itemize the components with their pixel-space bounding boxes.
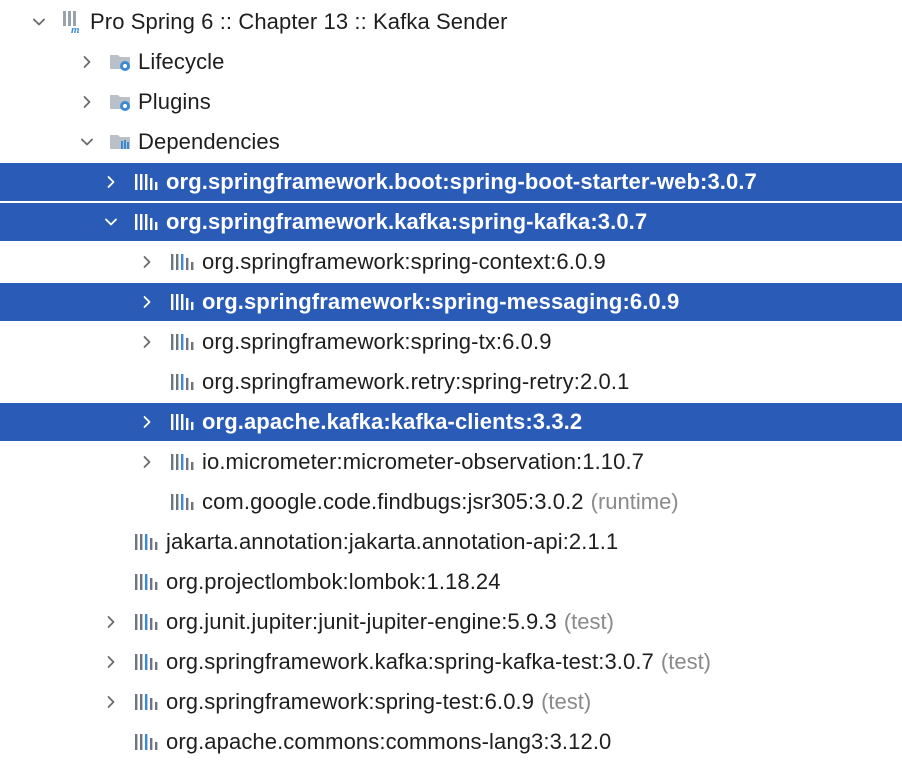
chevron-right-icon[interactable] [76,51,98,73]
chevron-right-icon[interactable] [100,171,122,193]
chevron-right-icon[interactable] [100,611,122,633]
chevron-down-icon[interactable] [76,131,98,153]
chevron-down-icon[interactable] [100,211,122,233]
chevron-right-icon[interactable] [136,411,158,433]
dependency-label: org.springframework.boot:spring-boot-sta… [166,169,757,194]
chevron-right-icon[interactable] [136,291,158,313]
dependency-label: org.springframework.kafka:spring-kafka:3… [166,209,648,234]
dependency-label: org.apache.commons:commons-lang3:3.12.0 [166,729,612,754]
dependency-label: org.junit.jupiter:junit-jupiter-engine:5… [166,609,557,634]
tree-node-project-root[interactable]: m Pro Spring 6 :: Chapter 13 :: Kafka Se… [28,3,508,41]
dependencies-folder-icon [108,129,134,155]
library-icon [132,729,164,755]
chevron-right-icon[interactable] [136,451,158,473]
maven-project-tree: m Pro Spring 6 :: Chapter 13 :: Kafka Se… [0,0,902,754]
dependency-row[interactable]: org.springframework:spring-context:6.0.9 [136,243,606,281]
library-icon [168,409,200,435]
plugins-folder-icon [108,89,134,115]
dependency-label: jakarta.annotation:jakarta.annotation-ap… [166,529,619,554]
dependency-label: org.apache.kafka:kafka-clients:3.3.2 [202,409,583,434]
dependency-row[interactable]: jakarta.annotation:jakarta.annotation-ap… [100,523,618,561]
svg-text:m: m [71,24,80,35]
library-icon [168,289,200,315]
chevron-down-icon[interactable] [28,11,50,33]
dependency-row[interactable]: org.springframework.boot:spring-boot-sta… [0,163,902,201]
library-icon [168,329,200,355]
lifecycle-folder-icon [108,49,134,75]
chevron-right-icon[interactable] [100,651,122,673]
chevron-right-icon[interactable] [76,91,98,113]
dependency-label: org.projectlombok:lombok:1.18.24 [166,569,501,594]
tree-node-plugins[interactable]: Plugins [76,83,211,121]
library-icon [132,209,164,235]
library-icon [132,649,164,675]
chevron-right-icon[interactable] [136,251,158,273]
dependency-scope: (runtime) [590,489,679,514]
dependency-label: org.springframework:spring-messaging:6.0… [202,289,680,314]
chevron-right-icon[interactable] [100,691,122,713]
dependency-row[interactable]: io.micrometer:micrometer-observation:1.1… [136,443,644,481]
dependency-label: org.springframework:spring-tx:6.0.9 [202,329,552,354]
dependency-row[interactable]: org.junit.jupiter:junit-jupiter-engine:5… [100,603,614,641]
library-icon [168,489,200,515]
library-icon [132,609,164,635]
dependency-row[interactable]: org.springframework.kafka:spring-kafka:3… [0,203,902,241]
tree-node-label: Dependencies [138,129,280,154]
dependency-row[interactable]: org.springframework:spring-tx:6.0.9 [136,323,552,361]
library-icon [168,369,200,395]
dependency-label: org.springframework.retry:spring-retry:2… [202,369,630,394]
library-icon [132,569,164,595]
maven-module-icon: m [60,9,86,35]
dependency-row[interactable]: org.springframework:spring-test:6.0.9 (te… [100,683,591,721]
dependency-row[interactable]: org.apache.kafka:kafka-clients:3.3.2 [0,403,902,441]
dependency-row[interactable]: org.springframework:spring-messaging:6.0… [0,283,902,321]
dependency-row[interactable]: org.projectlombok:lombok:1.18.24 [100,563,501,601]
dependency-label: io.micrometer:micrometer-observation:1.1… [202,449,645,474]
tree-node-label: Lifecycle [138,49,225,74]
library-icon [132,529,164,555]
tree-node-dependencies[interactable]: Dependencies [76,123,280,161]
dependency-row[interactable]: org.springframework.kafka:spring-kafka-t… [100,643,711,681]
dependency-scope: (test) [660,649,712,674]
dependency-row[interactable]: org.springframework.retry:spring-retry:2… [136,363,629,401]
chevron-right-icon[interactable] [136,331,158,353]
dependency-label: org.springframework.kafka:spring-kafka-t… [166,649,654,674]
tree-node-label: Pro Spring 6 :: Chapter 13 :: Kafka Send… [90,9,508,34]
tree-node-label: Plugins [138,89,211,114]
dependency-scope: (test) [563,609,614,634]
dependency-row[interactable]: org.apache.commons:commons-lang3:3.12.0 [100,723,611,761]
dependency-label: com.google.code.findbugs:jsr305:3.0.2 [202,489,584,514]
library-icon [132,689,164,715]
dependency-label: org.springframework:spring-test:6.0.9 [166,689,535,714]
library-icon [132,169,164,195]
library-icon [168,249,200,275]
library-icon [168,449,200,475]
dependency-row[interactable]: com.google.code.findbugs:jsr305:3.0.2 (ru… [136,483,679,521]
tree-node-lifecycle[interactable]: Lifecycle [76,43,225,81]
dependency-scope: (test) [541,689,592,714]
dependency-label: org.springframework:spring-context:6.0.9 [202,249,606,274]
